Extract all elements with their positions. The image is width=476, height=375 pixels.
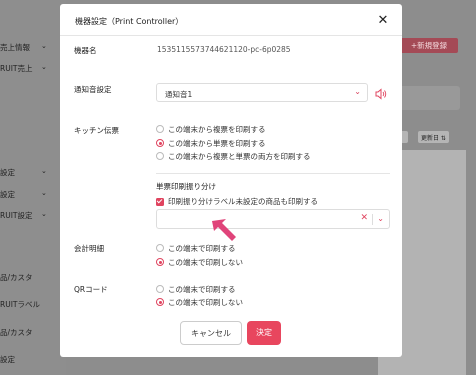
radio-button[interactable] [156, 139, 164, 147]
kitchen-option-single[interactable]: この端末から単票を印刷する [156, 138, 266, 148]
chevron-down-icon: ⌄ [41, 167, 47, 175]
sidebar-item-product-custom-1: 品/カスタ [0, 273, 33, 282]
radio-button[interactable] [156, 258, 164, 266]
cancel-button[interactable]: キャンセル [180, 321, 242, 345]
modal-title: 機器設定（Print Controller） [75, 17, 184, 26]
close-icon[interactable]: ✕ [376, 14, 390, 28]
radio-label: この端末で印刷する [168, 243, 236, 253]
kitchen-option-both[interactable]: この端末から複票と単票の両方を印刷する [156, 151, 311, 161]
radio-button[interactable] [156, 298, 164, 306]
checkbox-label: 印刷振り分けラベル未設定の商品も印刷する [168, 197, 318, 206]
accounting-option-print[interactable]: この端末で印刷する [156, 243, 236, 253]
single-split-checkbox-row[interactable]: 印刷振り分けラベル未設定の商品も印刷する [156, 196, 318, 207]
sound-select-value: 通知音1 [165, 90, 193, 99]
chevron-down-icon: ⌄ [354, 87, 361, 96]
clear-icon[interactable]: ✕ [360, 213, 368, 223]
sound-select[interactable]: 通知音1 ⌄ [156, 83, 368, 102]
sidebar-item-ruit-settings: RUIT設定 [0, 211, 33, 220]
radio-label: この端末で印刷する [168, 284, 236, 294]
radio-button[interactable] [156, 244, 164, 252]
header-divider [60, 35, 402, 36]
sidebar-item-product-custom-2: 品/カスタ [0, 328, 33, 337]
confirm-button[interactable]: 決定 [247, 321, 281, 345]
accounting-option-no-print[interactable]: この端末で印刷しない [156, 257, 243, 267]
qr-option-print[interactable]: この端末で印刷する [156, 284, 236, 294]
print-label-select[interactable]: ✕ ⌄ [156, 209, 390, 229]
radio-label: この端末で印刷しない [168, 297, 243, 307]
chevron-down-icon: ⌄ [41, 63, 47, 71]
sidebar-item-settings-1: 設定 [0, 168, 15, 177]
radio-button[interactable] [156, 285, 164, 293]
radio-label: この端末から複票と単票の両方を印刷する [168, 151, 311, 161]
speaker-icon[interactable] [375, 88, 387, 100]
kitchen-option-multi[interactable]: この端末から複票を印刷する [156, 124, 266, 134]
sidebar-item-settings-2: 設定 [0, 190, 15, 199]
single-split-title: 単票印刷振り分け [156, 182, 216, 191]
chevron-down-icon: ⌄ [41, 189, 47, 197]
radio-label: この端末から複票を印刷する [168, 124, 266, 134]
section-divider [156, 173, 390, 174]
chevron-down-icon: ⌄ [41, 210, 47, 218]
radio-label: この端末で印刷しない [168, 257, 243, 267]
radio-button[interactable] [156, 152, 164, 160]
qr-option-no-print[interactable]: この端末で印刷しない [156, 297, 243, 307]
sound-label: 通知音設定 [74, 85, 112, 94]
new-register-button: +新規登録 [400, 38, 458, 53]
chevron-down-icon: ⌄ [41, 42, 47, 50]
checkbox[interactable] [156, 197, 164, 206]
qr-code-label: QRコード [74, 285, 108, 294]
chevron-down-icon[interactable]: ⌄ [377, 214, 384, 223]
sidebar-item-ruit-sales: RUIT売上 [0, 64, 33, 73]
device-name-value: 1535115573744621120-pc-6p0285 [157, 45, 291, 54]
sidebar-item-sales-info: 売上情報 [0, 43, 30, 52]
device-name-label: 機器名 [74, 46, 97, 55]
sort-chip: 更新日 ⇅ [418, 131, 449, 143]
device-settings-modal: 機器設定（Print Controller） ✕ 機器名 15351155737… [60, 4, 402, 357]
radio-button[interactable] [156, 125, 164, 133]
radio-label: この端末から単票を印刷する [168, 138, 266, 148]
select-separator [372, 214, 373, 225]
sidebar-item-settings-3: 設定 [0, 355, 15, 364]
sidebar-item-ruit-label: RUITラベル [0, 300, 40, 309]
sidebar: 売上情報 ⌄ RUIT売上 ⌄ 設定 ⌄ 設定 ⌄ RUIT設定 ⌄ 品/カスタ… [0, 0, 66, 375]
accounting-detail-label: 会計明細 [74, 244, 104, 253]
kitchen-slip-label: キッチン伝票 [74, 126, 119, 135]
